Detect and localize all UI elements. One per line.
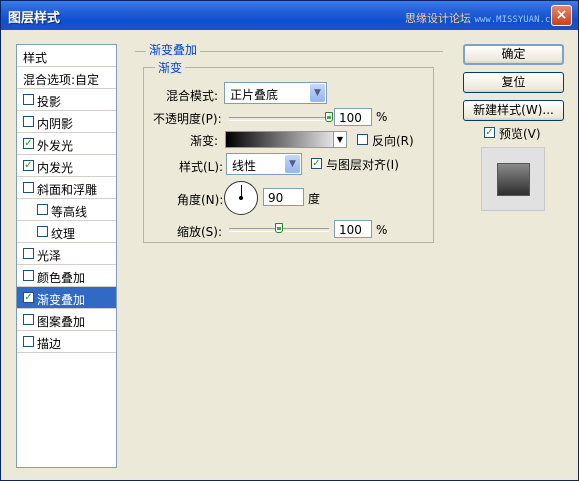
blend-mode-value: 正片叠底	[230, 88, 279, 102]
opacity-input[interactable]: 100	[334, 108, 372, 126]
style-preview	[481, 147, 545, 211]
style-item[interactable]: 颜色叠加	[17, 265, 116, 287]
gradient-label: 渐变:	[190, 134, 219, 148]
chevron-down-icon: ▼	[285, 155, 300, 173]
style-label: 样式(L):	[179, 160, 224, 174]
style-item-label: 斜面和浮雕	[37, 183, 98, 197]
scale-input[interactable]: 100	[334, 220, 372, 238]
watermark-site: www.MISSYUAN.com	[474, 15, 562, 25]
scale-value: 100	[339, 223, 362, 237]
opacity-value: 100	[339, 111, 362, 125]
preview-checkbox[interactable]: ✓	[484, 127, 495, 138]
opacity-unit: %	[376, 110, 388, 124]
reverse-label: 反向(R)	[372, 134, 414, 148]
watermark: 思缘设计论坛 www.MISSYUAN.com	[405, 10, 561, 26]
style-item[interactable]: ✓ 外发光	[17, 133, 116, 155]
style-item[interactable]: 光泽	[17, 243, 116, 265]
gradient-style-select[interactable]: 线性 ▼	[226, 153, 302, 175]
style-item-checkbox[interactable]	[23, 270, 34, 281]
style-item-label: 混合选项:自定	[23, 73, 100, 87]
section-title: 渐变叠加	[146, 41, 201, 58]
blend-mode-label: 混合模式:	[166, 89, 219, 103]
style-item[interactable]: 描边	[17, 331, 116, 353]
style-item-checkbox[interactable]	[23, 116, 34, 127]
scale-unit: %	[376, 223, 388, 237]
style-item-label: 图案叠加	[37, 315, 86, 329]
style-item-checkbox[interactable]	[23, 248, 34, 259]
angle-value: 90	[268, 191, 284, 205]
style-item[interactable]: 混合选项:自定	[17, 67, 116, 89]
opacity-slider-track[interactable]	[229, 117, 329, 121]
style-item-label: 投影	[37, 95, 62, 109]
style-item[interactable]: 图案叠加	[17, 309, 116, 331]
align-label: 与图层对齐(I)	[326, 158, 399, 172]
preview-label: 预览(V)	[499, 127, 541, 141]
style-item-label: 渐变叠加	[37, 293, 86, 307]
ok-button[interactable]: 确定	[463, 44, 564, 65]
opacity-slider-thumb[interactable]	[325, 112, 333, 122]
angle-dial[interactable]	[224, 181, 258, 215]
scale-label: 缩放(S):	[177, 225, 223, 239]
style-item[interactable]: 样式	[17, 45, 116, 67]
style-item-checkbox[interactable]: ✓	[23, 160, 34, 171]
style-item[interactable]: 等高线	[17, 199, 116, 221]
style-item-label: 光泽	[37, 249, 62, 263]
style-item-checkbox[interactable]	[23, 94, 34, 105]
group-title: 渐变	[155, 59, 186, 76]
style-item-checkbox[interactable]	[23, 182, 34, 193]
angle-input[interactable]: 90	[263, 188, 304, 206]
reset-button[interactable]: 复位	[463, 72, 564, 93]
style-item-checkbox[interactable]	[37, 226, 48, 237]
window-title: 图层样式	[8, 11, 61, 26]
title-bar[interactable]: 图层样式 思缘设计论坛 www.MISSYUAN.com ×	[1, 1, 578, 30]
style-list: 样式 混合选项:自定 投影 内阴影 ✓ 外发光 ✓ 内发光 斜面和浮雕 等高线 纹理 光泽 颜色叠加 ✓ 渐…	[16, 44, 117, 468]
style-item[interactable]: 斜面和浮雕	[17, 177, 116, 199]
style-value: 线性	[232, 159, 257, 173]
style-item-checkbox[interactable]: ✓	[23, 138, 34, 149]
watermark-text: 思缘设计论坛	[405, 12, 471, 25]
style-item[interactable]: 纹理	[17, 221, 116, 243]
style-item-checkbox[interactable]	[23, 314, 34, 325]
style-item-checkbox[interactable]: ✓	[23, 292, 34, 303]
style-item-checkbox[interactable]	[37, 204, 48, 215]
new-style-button[interactable]: 新建样式(W)...	[463, 100, 564, 121]
angle-label: 角度(N):	[177, 193, 224, 207]
style-item[interactable]: 内阴影	[17, 111, 116, 133]
blend-mode-select[interactable]: 正片叠底 ▼	[224, 82, 327, 104]
style-item[interactable]: ✓ 内发光	[17, 155, 116, 177]
style-item-label: 纹理	[51, 227, 76, 241]
align-with-layer-checkbox[interactable]: ✓	[311, 158, 322, 169]
style-item-label: 外发光	[37, 139, 74, 153]
gradient-picker[interactable]: ▼	[225, 131, 347, 148]
angle-unit: 度	[308, 192, 321, 206]
style-item-label: 样式	[23, 51, 48, 65]
style-item-label: 描边	[37, 337, 62, 351]
style-item-label: 内发光	[37, 161, 74, 175]
style-item-label: 内阴影	[37, 117, 74, 131]
chevron-down-icon: ▼	[310, 84, 325, 102]
close-button[interactable]: ×	[551, 5, 572, 26]
layer-style-dialog: 图层样式 思缘设计论坛 www.MISSYUAN.com × 样式混合选项:自定…	[0, 0, 579, 481]
style-item[interactable]: 投影	[17, 89, 116, 111]
style-item[interactable]: ✓ 渐变叠加	[17, 287, 116, 309]
style-item-checkbox[interactable]	[23, 336, 34, 347]
style-item-label: 等高线	[51, 205, 88, 219]
dropdown-arrow-icon[interactable]: ▼	[333, 132, 346, 147]
style-item-label: 颜色叠加	[37, 271, 86, 285]
reverse-checkbox[interactable]	[357, 134, 368, 145]
scale-slider-thumb[interactable]	[275, 223, 283, 233]
opacity-label: 不透明度(P):	[153, 112, 222, 126]
preview-swatch	[498, 164, 529, 195]
angle-center-dot	[239, 196, 243, 200]
